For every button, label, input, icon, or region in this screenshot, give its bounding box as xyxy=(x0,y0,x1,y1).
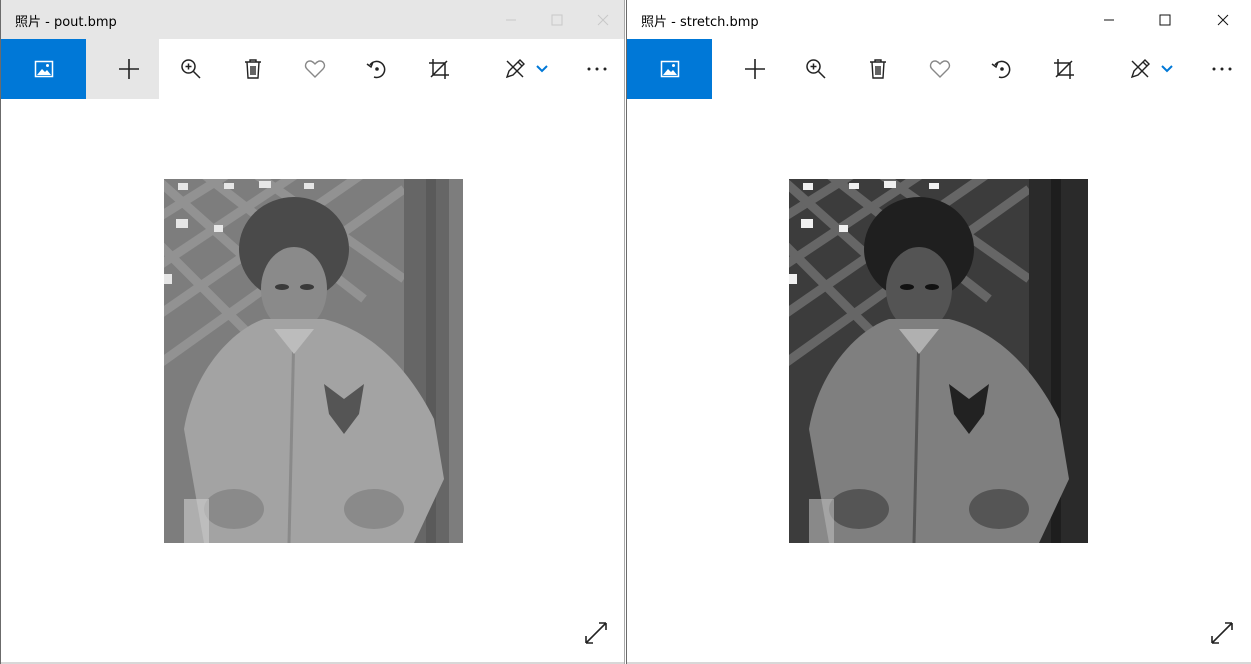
more-icon xyxy=(587,67,607,71)
delete-icon xyxy=(870,59,886,79)
more-button[interactable] xyxy=(579,39,615,99)
edit-create-button[interactable] xyxy=(1123,39,1157,99)
add-button[interactable] xyxy=(111,39,147,99)
delete-icon xyxy=(245,59,261,79)
toolbar xyxy=(627,39,1251,99)
desktop: 照片 - pout.bmp 照片 - stretch.bmp xyxy=(0,0,1251,664)
maximize-button[interactable] xyxy=(1142,0,1188,39)
minimize-icon xyxy=(1104,19,1114,20)
photo-viewer-image[interactable] xyxy=(164,179,463,543)
minimize-icon xyxy=(506,19,516,20)
child-photo xyxy=(164,179,463,543)
rotate-icon xyxy=(991,60,1011,79)
edit-pen-icon xyxy=(505,59,525,79)
edit-create-button[interactable] xyxy=(498,39,532,99)
plus-icon xyxy=(745,59,765,79)
expand-icon xyxy=(1211,622,1233,644)
heart-icon xyxy=(929,60,951,78)
edit-dropdown-button[interactable] xyxy=(1157,39,1177,99)
favorite-button[interactable] xyxy=(297,39,333,99)
zoom-button[interactable] xyxy=(173,39,209,99)
photo-viewer-image[interactable] xyxy=(789,179,1088,543)
chevron-down-icon xyxy=(1161,65,1173,73)
more-icon xyxy=(1212,67,1232,71)
fullscreen-button[interactable] xyxy=(581,618,611,648)
minimize-button[interactable] xyxy=(1086,0,1132,39)
maximize-icon xyxy=(551,14,563,25)
title-bar[interactable]: 照片 - pout.bmp xyxy=(1,0,624,39)
more-button[interactable] xyxy=(1204,39,1240,99)
toolbar xyxy=(1,39,624,99)
zoom-in-icon xyxy=(806,59,826,79)
window-title: 照片 - pout.bmp xyxy=(15,15,117,30)
window-title: 照片 - stretch.bmp xyxy=(641,15,759,30)
see-all-photos-button[interactable] xyxy=(627,39,712,99)
maximize-button[interactable] xyxy=(534,0,580,39)
close-button[interactable] xyxy=(580,0,624,39)
image-icon xyxy=(34,60,53,78)
fullscreen-button[interactable] xyxy=(1207,618,1237,648)
crop-button[interactable] xyxy=(421,39,457,99)
chevron-down-icon xyxy=(536,65,548,73)
favorite-button[interactable] xyxy=(922,39,958,99)
edit-pen-icon xyxy=(1130,59,1150,79)
image-icon xyxy=(660,60,679,78)
heart-icon xyxy=(304,60,326,78)
delete-button[interactable] xyxy=(235,39,271,99)
rotate-button[interactable] xyxy=(984,39,1020,99)
crop-button[interactable] xyxy=(1046,39,1082,99)
close-button[interactable] xyxy=(1200,0,1246,39)
photos-window-pout[interactable]: 照片 - pout.bmp xyxy=(0,0,625,664)
delete-button[interactable] xyxy=(860,39,896,99)
rotate-icon xyxy=(366,60,386,79)
close-icon xyxy=(597,14,609,25)
photos-window-stretch[interactable]: 照片 - stretch.bmp xyxy=(626,0,1251,664)
zoom-button[interactable] xyxy=(798,39,834,99)
crop-icon xyxy=(1054,59,1074,79)
add-button[interactable] xyxy=(737,39,773,99)
minimize-button[interactable] xyxy=(488,0,534,39)
crop-icon xyxy=(429,59,449,79)
maximize-icon xyxy=(1159,14,1171,25)
plus-icon xyxy=(119,59,139,79)
expand-icon xyxy=(585,622,607,644)
see-all-photos-button[interactable] xyxy=(1,39,86,99)
child-photo xyxy=(789,179,1088,543)
zoom-in-icon xyxy=(181,59,201,79)
close-icon xyxy=(1217,14,1229,25)
title-bar[interactable]: 照片 - stretch.bmp xyxy=(627,0,1251,39)
edit-dropdown-button[interactable] xyxy=(532,39,552,99)
rotate-button[interactable] xyxy=(359,39,395,99)
